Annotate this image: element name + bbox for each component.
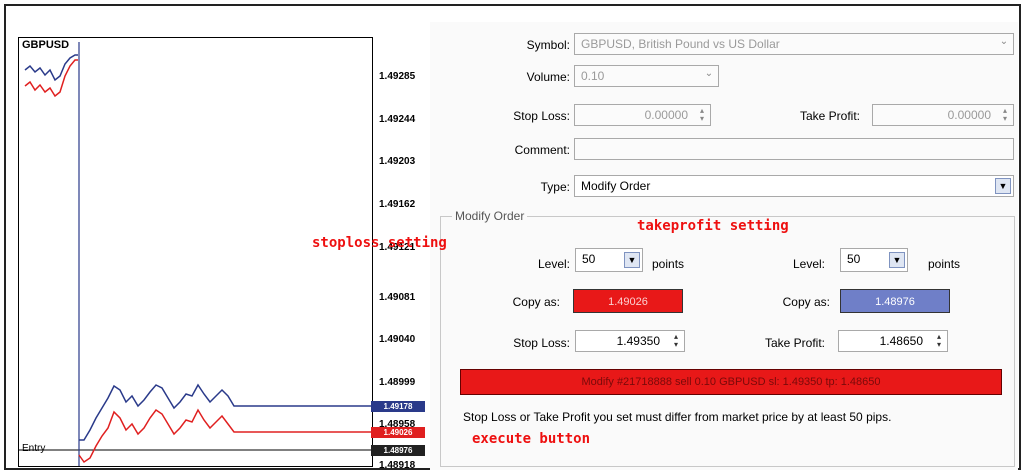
modify-take-profit-value: 1.48650 <box>879 334 923 348</box>
execute-annotation: execute button <box>472 431 591 447</box>
spinner-icon[interactable]: ▴ ▾ <box>670 333 682 349</box>
volume-select[interactable]: 0.10 ⌄ <box>574 65 719 87</box>
sl-copy-as-value: 1.49026 <box>608 296 648 308</box>
tp-copy-as-button[interactable]: 1.48976 <box>840 289 950 313</box>
volume-label: Volume: <box>526 70 570 84</box>
type-label: Type: <box>540 180 570 194</box>
take-profit-value: 0.00000 <box>947 108 991 122</box>
chevron-down-icon[interactable]: ▼ <box>995 178 1011 194</box>
execute-button-label: Modify #21718888 sell 0.10 GBPUSD sl: 1.… <box>581 376 881 388</box>
price-tick: 1.49285 <box>379 71 416 82</box>
entry-label: Entry <box>22 443 46 454</box>
stop-loss-label: Stop Loss: <box>513 109 570 123</box>
modify-stop-loss-field[interactable]: 1.49350 ▴ ▾ <box>575 330 685 352</box>
chart-symbol: GBPUSD <box>22 39 70 51</box>
price-tick: 1.48918 <box>379 460 416 471</box>
type-select[interactable]: Modify Order ▼ <box>574 175 1014 197</box>
sl-points-label: points <box>652 257 685 271</box>
symbol-value: GBPUSD, British Pound vs US Dollar <box>581 37 780 51</box>
symbol-label: Symbol: <box>526 38 570 52</box>
pips-note: Stop Loss or Take Profit you set must di… <box>463 410 892 424</box>
spinner-icon[interactable]: ▴ ▾ <box>933 333 945 349</box>
takeprofit-annotation: takeprofit setting <box>637 218 789 234</box>
chevron-down-icon[interactable]: ▼ <box>624 252 640 268</box>
tp-copy-as-value: 1.48976 <box>875 296 915 308</box>
volume-value: 0.10 <box>581 69 605 83</box>
price-tick: 1.49040 <box>379 334 416 345</box>
sl-level-label: Level: <box>537 257 570 271</box>
comment-field[interactable] <box>574 138 1014 160</box>
take-profit-field[interactable]: 0.00000 ▴ ▾ <box>872 104 1014 126</box>
comment-label: Comment: <box>514 143 570 157</box>
ask-price-tag: 1.49026 <box>371 427 425 438</box>
tp-points-label: points <box>928 257 961 271</box>
modify-take-profit-label: Take Profit: <box>764 336 825 350</box>
tp-level-label: Level: <box>792 257 825 271</box>
sl-level-value: 50 <box>582 252 596 266</box>
modify-stop-loss-label: Stop Loss: <box>513 336 570 350</box>
stop-loss-value: 0.00000 <box>644 108 688 122</box>
spinner-icon[interactable]: ▴ ▾ <box>696 107 708 123</box>
take-profit-label: Take Profit: <box>799 109 860 123</box>
bid-price-tag: 1.49178 <box>371 401 425 412</box>
price-tick: 1.48999 <box>379 377 416 388</box>
tp-level-select[interactable]: 50 ▼ <box>840 248 908 272</box>
price-chart[interactable]: GBPUSD Entry <box>18 37 373 467</box>
sl-copy-as-button[interactable]: 1.49026 <box>573 289 683 313</box>
symbol-select[interactable]: GBPUSD, British Pound vs US Dollar ⌄ <box>574 33 1014 55</box>
price-tick: 1.49081 <box>379 292 416 303</box>
execute-button[interactable]: Modify #21718888 sell 0.10 GBPUSD sl: 1.… <box>460 369 1002 395</box>
price-tick: 1.49244 <box>379 114 416 125</box>
price-tick: 1.49203 <box>379 156 416 167</box>
modify-order-title: Modify Order <box>452 209 528 223</box>
chevron-down-icon: ⌄ <box>999 36 1009 47</box>
entry-price-tag: 1.48976 <box>371 445 425 456</box>
modify-stop-loss-value: 1.49350 <box>616 334 660 348</box>
tp-level-value: 50 <box>847 252 861 266</box>
spinner-icon[interactable]: ▴ ▾ <box>999 107 1011 123</box>
stop-loss-field[interactable]: 0.00000 ▴ ▾ <box>574 104 711 126</box>
stoploss-annotation: stoploss setting <box>312 235 447 251</box>
price-tick: 1.49162 <box>379 199 416 210</box>
tp-copy-as-label: Copy as: <box>782 295 830 309</box>
chevron-down-icon: ⌄ <box>704 68 714 79</box>
modify-take-profit-field[interactable]: 1.48650 ▴ ▾ <box>838 330 948 352</box>
type-value: Modify Order <box>581 179 651 193</box>
chevron-down-icon[interactable]: ▼ <box>889 252 905 268</box>
sl-level-select[interactable]: 50 ▼ <box>575 248 643 272</box>
sl-copy-as-label: Copy as: <box>512 295 560 309</box>
